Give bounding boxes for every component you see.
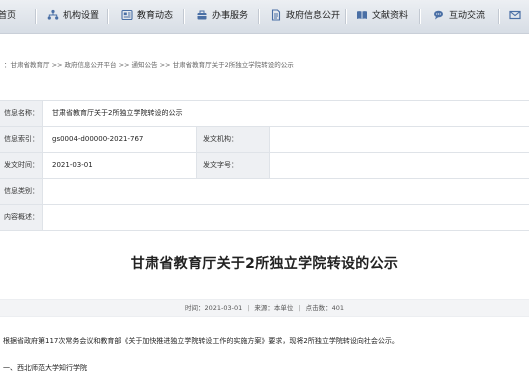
article-meta: 时间：2021-03-01 | 来源：本单位 | 点击数：401 [0,299,529,317]
info-row-name: 信息名称： 甘肃省教育厅关于2所独立学院转设的公示 [0,101,529,127]
mail-icon [509,10,521,19]
info-name-label: 信息名称： [0,101,43,126]
info-summary-label: 内容概述： [0,205,43,230]
nav-divider [498,9,500,24]
nav-divider [35,9,37,24]
nav-item-label: 首页 [0,11,17,21]
nav-item-news[interactable]: 教育动态 [121,0,173,33]
nav-item-label: 办事服务 [212,11,249,21]
nav-item-service[interactable]: 办事服务 [196,0,248,33]
nav-divider [183,9,185,24]
info-date-label: 发文时间： [0,153,43,178]
nav-item-organization[interactable]: 机构设置 [47,0,99,33]
meta-divider: | [247,304,250,312]
nav-item-label: 互动交流 [449,11,486,21]
organization-icon [47,9,59,20]
info-name-value: 甘肃省教育厅关于2所独立学院转设的公示 [52,109,183,117]
article-title: 甘肃省教育厅关于2所独立学院转设的公示 [130,256,399,272]
nav-item-literature[interactable]: 文献资料 [356,0,408,33]
nav-item-gov-info[interactable]: 政府信息公开 [270,0,340,33]
nav-item-interaction[interactable]: 互动交流 [433,0,485,33]
info-index-label: 信息索引： [0,127,43,152]
nav-item-more[interactable] [509,0,525,33]
chat-icon [434,10,443,19]
nav-item-label: 教育动态 [137,11,174,21]
nav-item-home[interactable]: 首页 [0,0,16,33]
info-category-label: 信息类别： [0,179,43,204]
article-time: 时间：2021-03-01 [184,304,243,312]
book-icon [357,10,367,19]
nav-item-label: 机构设置 [63,11,100,21]
article-source: 来源：本单位 [254,304,294,312]
nav-divider [345,9,347,24]
info-table: 信息名称： 甘肃省教育厅关于2所独立学院转设的公示 信息索引： gs0004-d… [0,100,529,231]
nav-item-label: 文献资料 [372,11,409,21]
breadcrumb[interactable]: ：甘肃省教育厅 >> 政府信息公开平台 >> 通知公告 >> 甘肃省教育厅关于2… [4,59,294,69]
article-views: 点击数：401 [305,304,345,312]
info-row-date: 发文时间： 2021-03-01 发文字号： [0,153,529,179]
info-docno-label: 发文字号： [196,153,270,178]
service-icon [197,10,207,19]
article-paragraph: 根据省政府第117次常务会议和教育部《关于加快推进独立学院转设工作的实施方案》要… [3,337,399,345]
nav-divider [258,9,260,24]
nav-divider [419,9,421,24]
nav-item-label: 政府信息公开 [286,11,341,21]
info-row-category: 信息类别： [0,179,529,205]
info-row-summary: 内容概述： [0,205,529,231]
info-org-label: 发文机构： [196,127,270,152]
info-index-value: gs0004-d00000-2021-767 [52,135,144,143]
meta-divider: | [298,304,301,312]
main-nav: 首页 机构设置 教育动态 办事服务 政府信息公开 [0,0,529,34]
article-section-heading: 一、西北师范大学知行学院 [3,364,87,372]
nav-divider [107,9,109,24]
info-date-value: 2021-03-01 [52,161,93,169]
news-icon [121,9,133,20]
document-icon [271,8,281,21]
info-row-index: 信息索引： gs0004-d00000-2021-767 发文机构： [0,127,529,153]
